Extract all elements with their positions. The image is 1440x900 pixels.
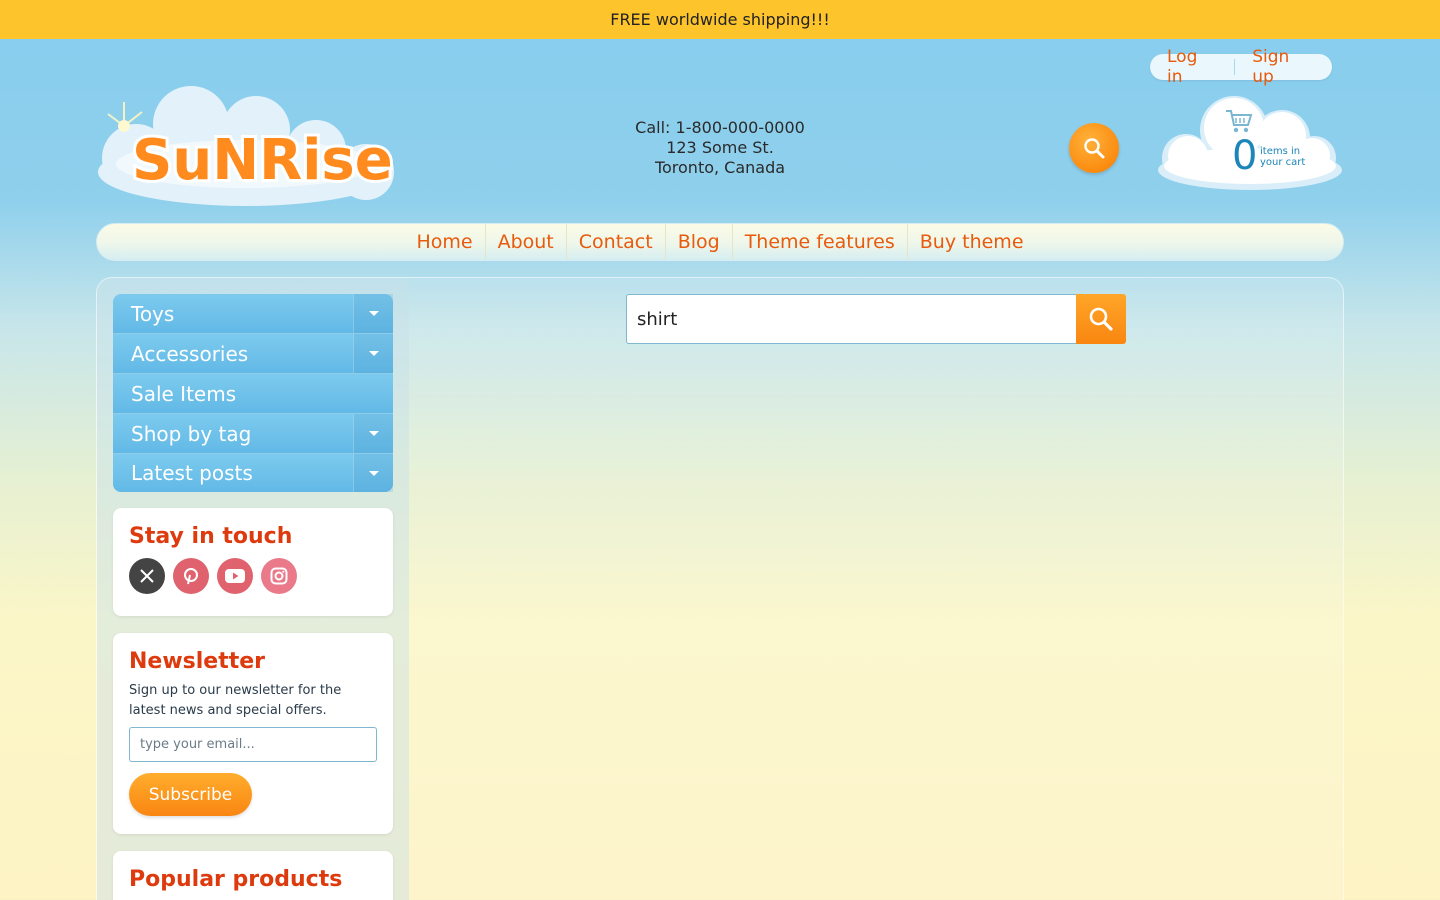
- sidebar-item-toys[interactable]: Toys: [113, 294, 393, 334]
- nav-blog[interactable]: Blog: [664, 224, 732, 260]
- popular-products-title: Popular products: [129, 867, 343, 892]
- sidebar-item-label: Accessories: [131, 342, 249, 366]
- stay-in-touch-title: Stay in touch: [129, 524, 293, 549]
- x-icon[interactable]: [129, 558, 165, 594]
- cart-count: 0: [1232, 133, 1258, 179]
- contact-phone: Call: 1-800-000-0000: [635, 118, 805, 137]
- announcement-text: FREE worldwide shipping!!!: [610, 10, 830, 29]
- expand-toggle[interactable]: [353, 454, 393, 492]
- newsletter-title: Newsletter: [129, 649, 266, 674]
- pinterest-icon[interactable]: [173, 558, 209, 594]
- search-icon: [1089, 307, 1113, 331]
- sunrise-logo[interactable]: SuNRise: [96, 84, 396, 208]
- newsletter-widget: Newsletter Sign up to our newsletter for…: [113, 633, 393, 834]
- youtube-icon[interactable]: [217, 558, 253, 594]
- header-search-button[interactable]: [1069, 123, 1119, 173]
- search-input[interactable]: [626, 294, 1076, 344]
- newsletter-description: Sign up to our newsletter for the latest…: [129, 683, 342, 718]
- sidebar-menu: Toys Accessories Sale Items Shop by tag …: [113, 294, 393, 492]
- expand-toggle[interactable]: [353, 414, 393, 453]
- nav-buy-theme[interactable]: Buy theme: [906, 224, 1036, 260]
- logo-text: SuNRise: [132, 128, 393, 193]
- nav-contact[interactable]: Contact: [565, 224, 665, 260]
- sidebar-item-accessories[interactable]: Accessories: [113, 334, 393, 374]
- subscribe-button[interactable]: Subscribe: [129, 773, 252, 816]
- cart-label-line-1: items in: [1260, 146, 1301, 157]
- cart-icon: [1226, 110, 1253, 133]
- search-form: [626, 294, 1126, 344]
- main-nav: Home About Contact Blog Theme features B…: [96, 223, 1344, 261]
- newsletter-email-input[interactable]: [129, 727, 377, 762]
- contact-address-1: 123 Some St.: [666, 138, 774, 157]
- sidebar-item-sale-items[interactable]: Sale Items: [113, 374, 393, 414]
- nav-home[interactable]: Home: [404, 224, 484, 260]
- search-submit-button[interactable]: [1076, 294, 1126, 344]
- sidebar-item-label: Sale Items: [131, 382, 237, 406]
- social-links: [129, 558, 377, 594]
- sidebar-item-label: Latest posts: [131, 461, 253, 485]
- login-link[interactable]: Log in: [1150, 47, 1234, 87]
- sidebar-item-latest-posts[interactable]: Latest posts: [113, 454, 393, 492]
- expand-toggle[interactable]: [353, 294, 393, 333]
- instagram-icon[interactable]: [261, 558, 297, 594]
- sidebar-item-label: Shop by tag: [131, 422, 252, 446]
- cart-label-line-2: your cart: [1260, 157, 1306, 168]
- announcement-bar: FREE worldwide shipping!!!: [0, 0, 1440, 39]
- nav-about[interactable]: About: [484, 224, 566, 260]
- sidebar-item-shop-by-tag[interactable]: Shop by tag: [113, 414, 393, 454]
- sidebar-item-label: Toys: [131, 302, 175, 326]
- contact-address-2: Toronto, Canada: [654, 158, 786, 177]
- search-icon: [1084, 138, 1105, 159]
- nav-theme-features[interactable]: Theme features: [731, 224, 907, 260]
- contact-info: Call: 1-800-000-0000 123 Some St. Toront…: [560, 118, 880, 178]
- cart-label: items in your cart: [1260, 146, 1305, 168]
- expand-toggle[interactable]: [353, 334, 393, 373]
- stay-in-touch-widget: Stay in touch: [113, 508, 393, 616]
- signup-link[interactable]: Sign up: [1235, 47, 1332, 87]
- account-links: Log in Sign up: [1150, 47, 1332, 87]
- popular-products-widget: Popular products: [113, 851, 393, 900]
